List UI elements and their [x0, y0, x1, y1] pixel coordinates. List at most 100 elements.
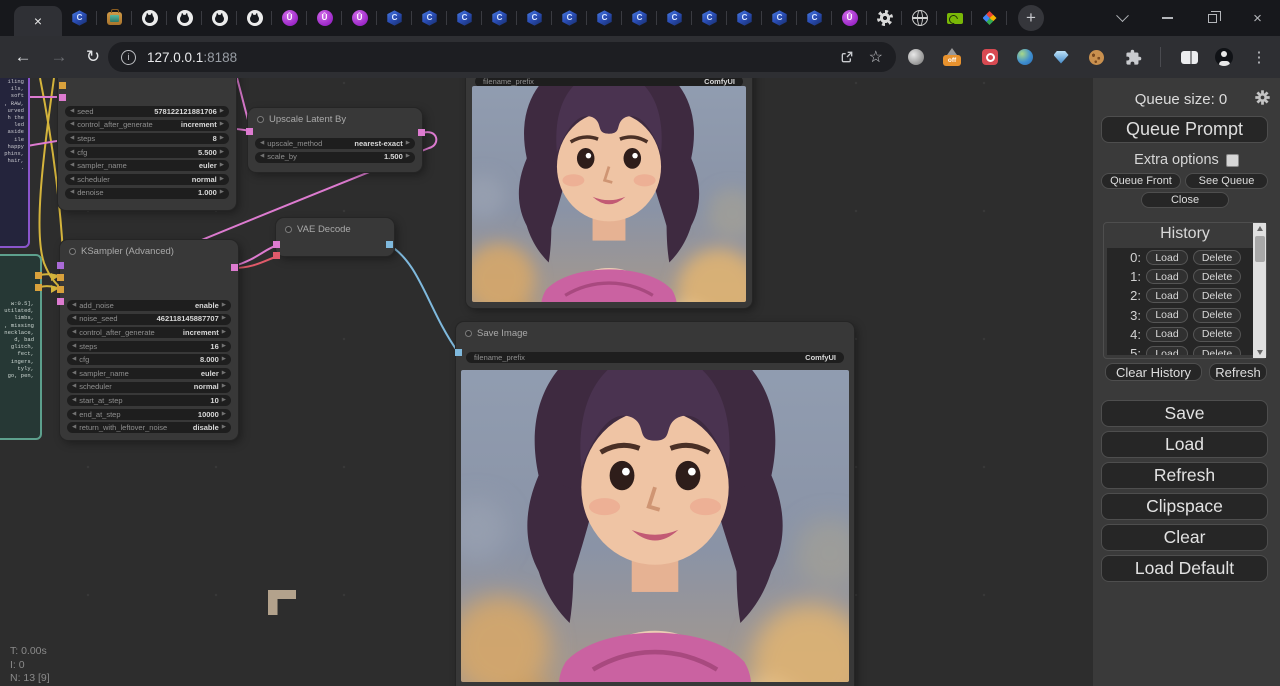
see-queue-button[interactable]: See Queue [1185, 173, 1268, 189]
history-load-button[interactable]: Load [1146, 308, 1188, 323]
decrement-arrow-icon[interactable] [72, 412, 76, 418]
pinned-tab[interactable]: Û [832, 0, 867, 36]
pinned-tab[interactable]: C [727, 0, 762, 36]
collapse-dot-icon[interactable] [465, 330, 472, 337]
decrement-arrow-icon[interactable] [70, 150, 74, 156]
history-delete-button[interactable]: Delete [1193, 288, 1241, 303]
widget-row[interactable]: control_after_generate increment [65, 120, 229, 131]
node-upscale-latent[interactable]: Upscale Latent By upscale_method nearest… [248, 108, 422, 172]
reload-button[interactable]: ↻ [78, 36, 108, 78]
widget-row[interactable]: seed 578122121881706 [65, 106, 229, 117]
node-title-bar[interactable]: KSampler (Advanced) [60, 240, 238, 260]
increment-arrow-icon[interactable] [222, 384, 226, 390]
history-delete-button[interactable]: Delete [1193, 327, 1241, 342]
increment-arrow-icon[interactable] [222, 344, 226, 350]
browser-menu-icon[interactable]: ⋮ [1248, 36, 1270, 78]
node-ksampler-top[interactable]: seed 578122121881706 control_after_gener… [58, 78, 236, 210]
slot-latent-input[interactable] [57, 298, 64, 305]
widget-row[interactable]: steps 16 [67, 341, 231, 352]
pinned-tab[interactable]: C [657, 0, 692, 36]
decrement-arrow-icon[interactable] [72, 357, 76, 363]
decrement-arrow-icon[interactable] [72, 316, 76, 322]
back-button[interactable]: ← [8, 36, 38, 78]
widget-row[interactable]: add_noise enable [67, 300, 231, 311]
pinned-tab[interactable]: C [622, 0, 657, 36]
widget-row[interactable]: scheduler normal [67, 382, 231, 393]
node-vae-decode[interactable]: VAE Decode [276, 218, 394, 256]
slot-conditioning-output[interactable] [35, 272, 42, 279]
pinned-tab[interactable]: C [762, 0, 797, 36]
decrement-arrow-icon[interactable] [72, 398, 76, 404]
decrement-arrow-icon[interactable] [260, 141, 264, 147]
close-window-button[interactable]: × [1235, 0, 1280, 36]
menu-action-button[interactable]: Save [1101, 400, 1268, 427]
node-save-image-top[interactable]: filename_prefix ComfyUI [466, 78, 752, 308]
reroute-node[interactable] [268, 590, 296, 615]
decrement-arrow-icon[interactable] [72, 303, 76, 309]
extension-adblock-off-icon[interactable]: off [941, 36, 963, 78]
pinned-tab[interactable] [937, 0, 972, 36]
pinned-tab[interactable]: C [482, 0, 517, 36]
increment-arrow-icon[interactable] [220, 163, 224, 169]
slot-model-input[interactable] [57, 262, 64, 269]
scroll-up-icon[interactable] [1253, 223, 1266, 234]
slot-samples-input[interactable] [246, 128, 253, 135]
increment-arrow-icon[interactable] [222, 412, 226, 418]
increment-arrow-icon[interactable] [220, 136, 224, 142]
increment-arrow-icon[interactable] [222, 398, 226, 404]
queue-front-button[interactable]: Queue Front [1101, 173, 1181, 189]
increment-arrow-icon[interactable] [220, 109, 224, 115]
share-icon[interactable] [839, 49, 855, 65]
forward-button[interactable]: → [44, 36, 74, 78]
pinned-tab[interactable]: Û [307, 0, 342, 36]
decrement-arrow-icon[interactable] [72, 384, 76, 390]
scrollbar-thumb[interactable] [1255, 236, 1265, 262]
history-load-button[interactable]: Load [1146, 327, 1188, 342]
decrement-arrow-icon[interactable] [70, 177, 74, 183]
restore-button[interactable] [1190, 0, 1235, 36]
pinned-tab[interactable] [902, 0, 937, 36]
increment-arrow-icon[interactable] [222, 316, 226, 322]
extra-options-checkbox[interactable] [1226, 154, 1239, 167]
menu-action-button[interactable]: Load [1101, 431, 1268, 458]
pinned-tab[interactable] [97, 0, 132, 36]
clear-history-button[interactable]: Clear History [1105, 363, 1202, 381]
pinned-tab[interactable]: C [447, 0, 482, 36]
decrement-arrow-icon[interactable] [70, 190, 74, 196]
pinned-tab[interactable]: Û [342, 0, 377, 36]
increment-arrow-icon[interactable] [406, 154, 410, 160]
widget-row[interactable]: cfg 8.000 [67, 354, 231, 365]
history-scrollbar[interactable] [1253, 223, 1266, 358]
new-tab-button[interactable]: + [1018, 5, 1044, 31]
widget-row[interactable]: return_with_leftover_noise disable [67, 422, 231, 433]
widget-row[interactable]: upscale_method nearest-exact [255, 138, 415, 149]
history-delete-button[interactable]: Delete [1193, 346, 1241, 355]
node-title-bar[interactable]: Save Image [456, 322, 854, 342]
decrement-arrow-icon[interactable] [72, 371, 76, 377]
decrement-arrow-icon[interactable] [70, 136, 74, 142]
slot-image-output[interactable] [386, 241, 393, 248]
widget-row[interactable]: sampler_name euler [67, 368, 231, 379]
pinned-tab[interactable]: C [587, 0, 622, 36]
refresh-history-button[interactable]: Refresh [1209, 363, 1267, 381]
positive-prompt-text[interactable]: ilingils,soft, RAW,urvedh theledasideile… [0, 78, 28, 172]
decrement-arrow-icon[interactable] [70, 122, 74, 128]
node-negative-prompt[interactable]: w:0.5],utilated,limbs,, missing, necklac… [0, 254, 42, 440]
history-load-button[interactable]: Load [1146, 346, 1188, 355]
slot-conditioning-output[interactable] [35, 284, 42, 291]
queue-prompt-button[interactable]: Queue Prompt [1101, 116, 1268, 143]
history-load-button[interactable]: Load [1146, 269, 1188, 284]
node-title-bar[interactable]: VAE Decode [276, 218, 394, 238]
widget-row[interactable]: control_after_generate increment [67, 327, 231, 338]
menu-action-button[interactable]: Clipspace [1101, 493, 1268, 520]
close-button[interactable]: Close [1141, 192, 1229, 208]
collapse-dot-icon[interactable] [285, 226, 292, 233]
node-save-image[interactable]: Save Image filename_prefix ComfyUI [456, 322, 854, 686]
pinned-tab[interactable]: C [377, 0, 412, 36]
history-delete-button[interactable]: Delete [1193, 269, 1241, 284]
widget-row[interactable]: cfg 5.500 [65, 147, 229, 158]
history-load-button[interactable]: Load [1146, 288, 1188, 303]
increment-arrow-icon[interactable] [222, 425, 226, 431]
slot-positive-input[interactable] [57, 274, 64, 281]
decrement-arrow-icon[interactable] [70, 109, 74, 115]
